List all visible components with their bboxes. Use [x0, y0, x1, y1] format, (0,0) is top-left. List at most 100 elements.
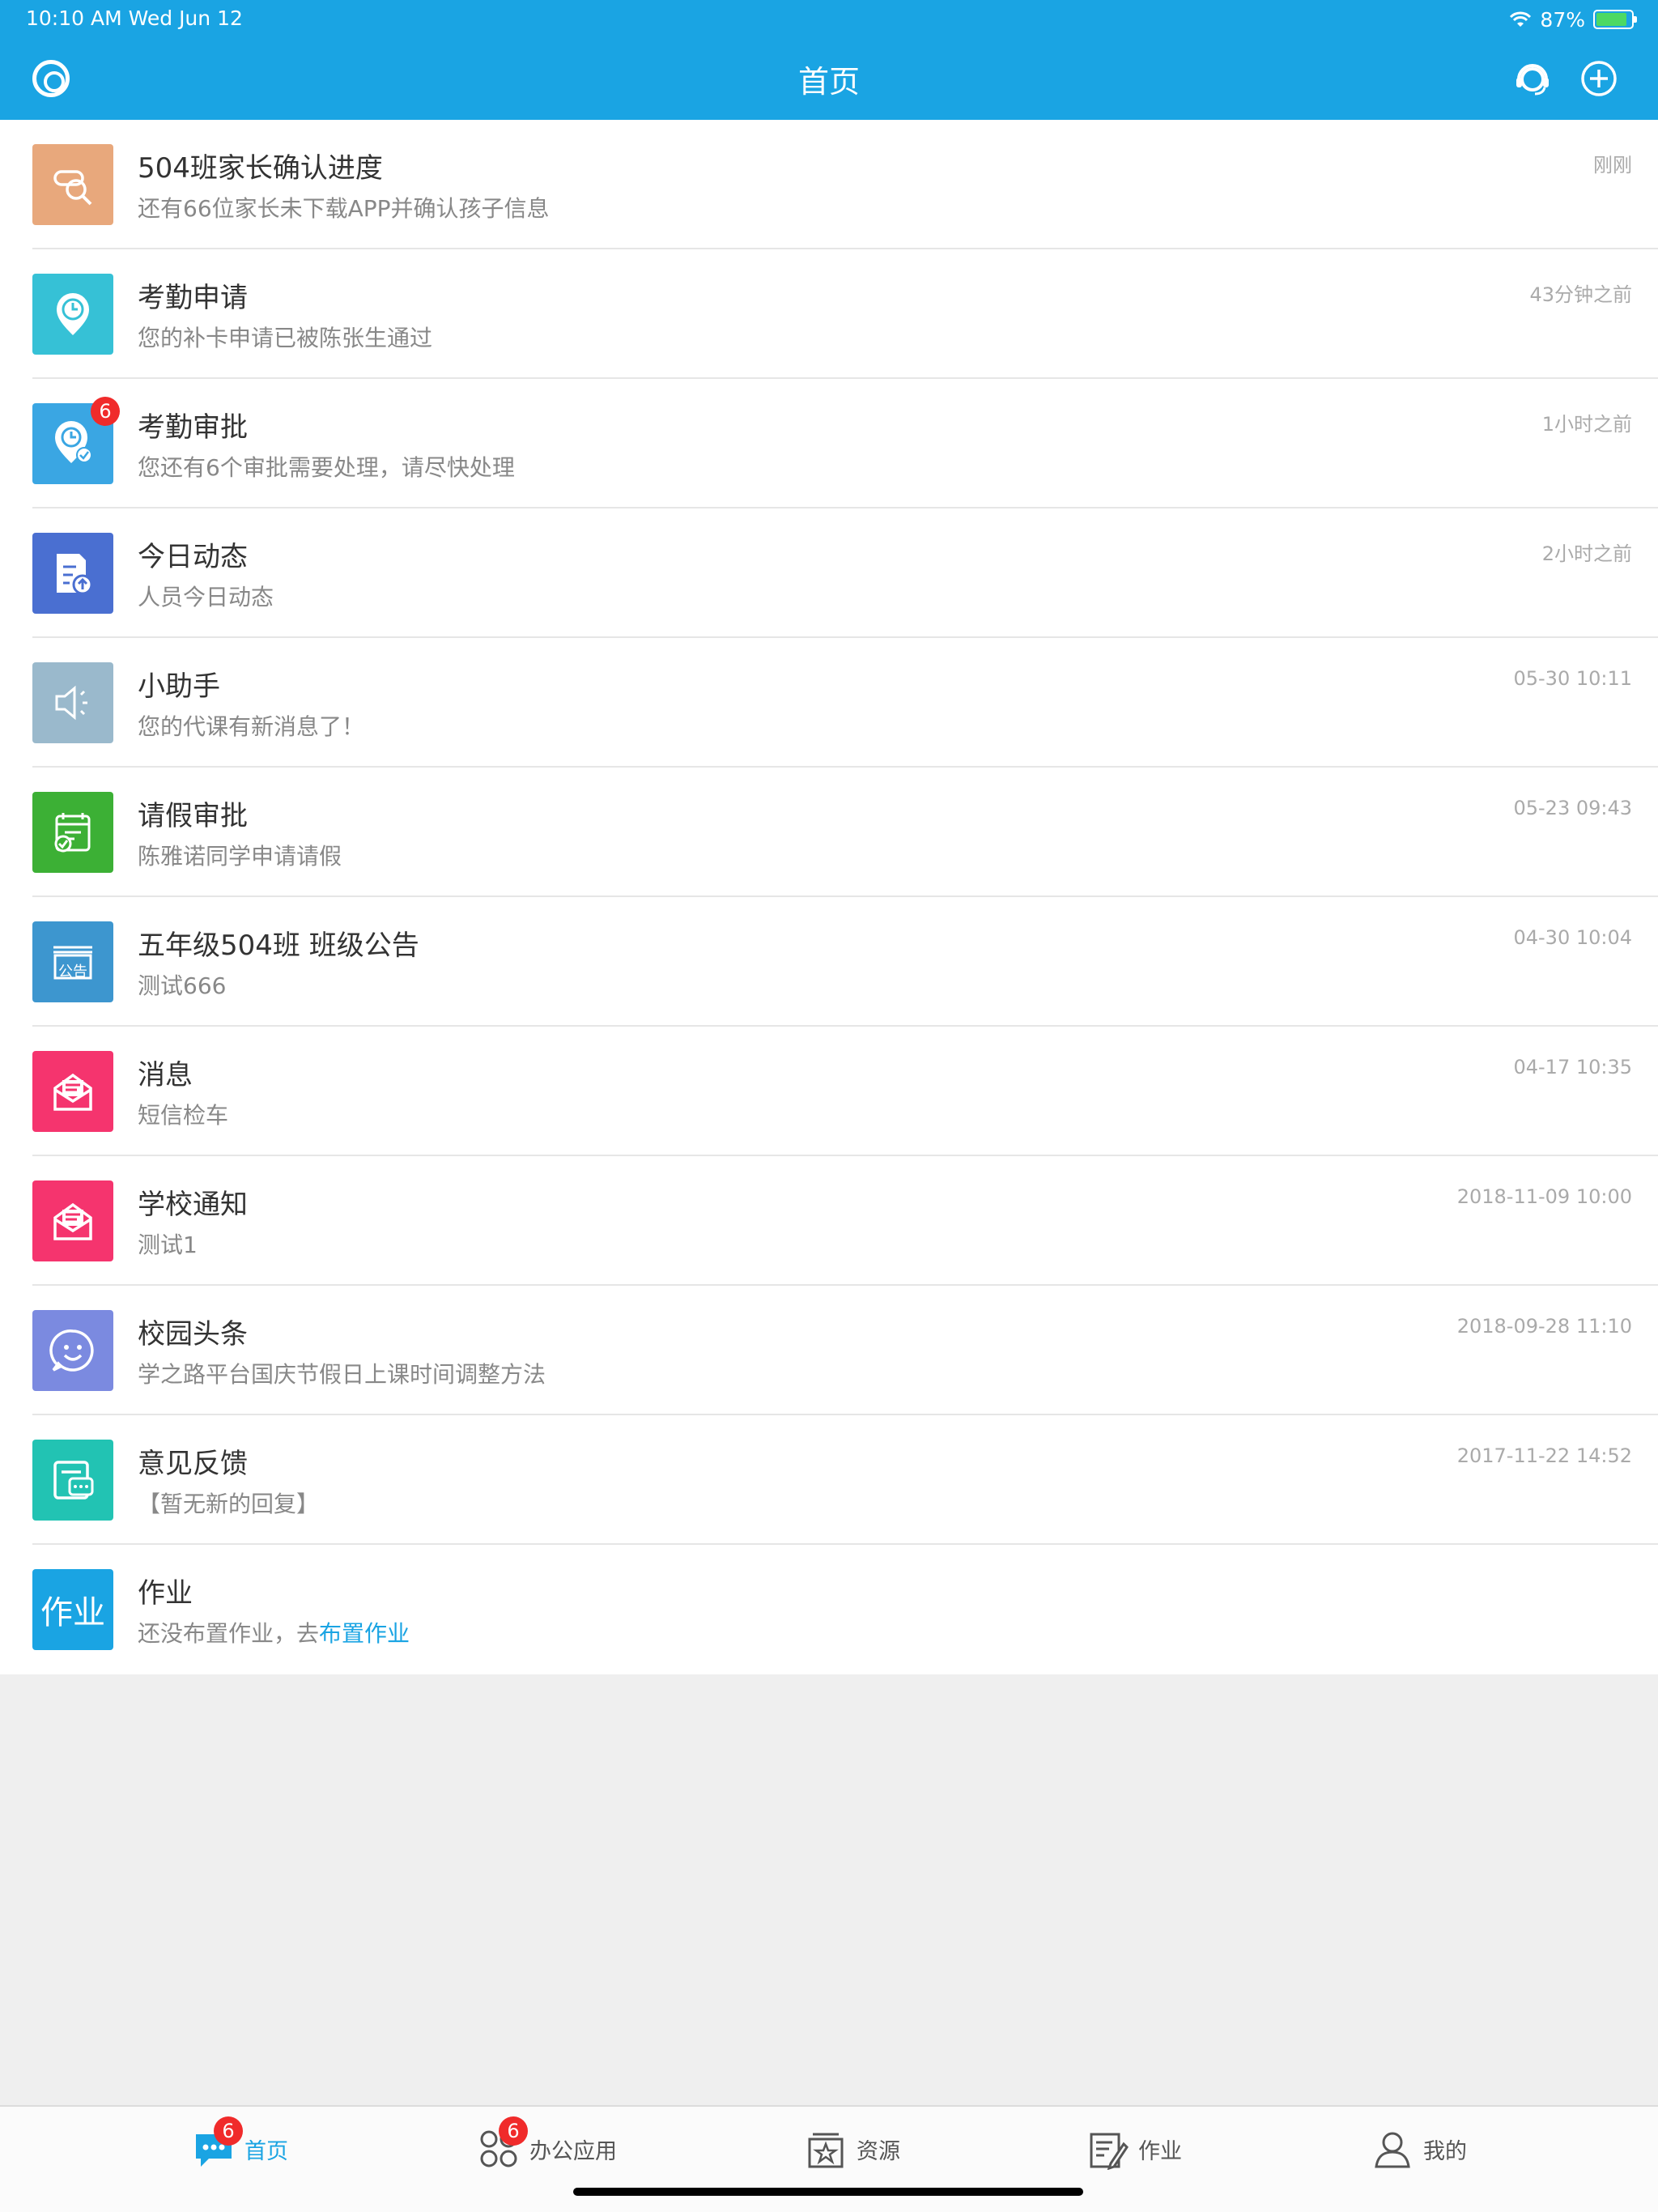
message-title: 请假审批	[138, 800, 248, 832]
icon-label: 作业	[40, 1594, 105, 1631]
message-subtitle-text: 短信检车	[138, 1102, 229, 1129]
message-row[interactable]: 校园头条学之路平台国庆节假日上课时间调整方法 2018-09-28 11:10	[32, 1286, 1658, 1415]
message-subtitle: 测试666	[138, 968, 226, 1001]
announcement-icon: 公告	[32, 921, 113, 1002]
message-row[interactable]: 意见反馈【暂无新的回复】 2017-11-22 14:52	[32, 1415, 1658, 1545]
home-indicator	[573, 2188, 1083, 2196]
apps-grid-icon: 6	[478, 2116, 528, 2170]
envelope-icon	[32, 1051, 113, 1132]
message-subtitle: 您还有6个审批需要处理，请尽快处理	[138, 450, 515, 483]
message-subtitle-text: 测试1	[138, 1231, 198, 1258]
homework-icon: 作业	[32, 1569, 113, 1650]
message-title: 校园头条	[138, 1318, 248, 1351]
bottom-tab-bar: 6 首页 6 办公应用 资源 作业 我的	[0, 2105, 1658, 2212]
tab-label: 我的	[1423, 2138, 1467, 2164]
message-subtitle: 短信检车	[138, 1098, 228, 1130]
message-time: 1小时之前	[1541, 413, 1632, 436]
message-title: 考勤申请	[138, 282, 248, 314]
tab-label: 资源	[857, 2138, 900, 2164]
message-subtitle: 您的补卡申请已被陈张生通过	[138, 321, 432, 353]
message-time: 2018-09-28 11:10	[1456, 1315, 1632, 1338]
speaker-icon	[32, 662, 113, 743]
message-time: 04-30 10:04	[1513, 926, 1632, 949]
assign-homework-link[interactable]: 布置作业	[319, 1620, 410, 1647]
message-subtitle: 陈雅诺同学申请请假	[138, 839, 342, 871]
tab-chat-bubble[interactable]: 6 首页	[193, 2116, 288, 2173]
tab-label: 首页	[244, 2138, 288, 2164]
message-row[interactable]: 学校通知 测试1 2018-11-09 10:00	[32, 1156, 1658, 1286]
message-subtitle: 还没布置作业，去布置作业	[138, 1616, 410, 1648]
message-time: 05-23 09:43	[1513, 797, 1632, 819]
message-row[interactable]: 作业 作业还没布置作业，去布置作业	[32, 1545, 1658, 1674]
message-subtitle: 学之路平台国庆节假日上课时间调整方法	[138, 1357, 546, 1389]
message-title: 小助手	[138, 670, 220, 703]
app-screen: 10:10 AM Wed Jun 12 87% 首页 504班家长确认进度还有6…	[0, 0, 1658, 2212]
tab-badge: 6	[214, 2116, 243, 2146]
battery-percent: 87%	[1540, 7, 1585, 32]
message-subtitle: 您的代课有新消息了！	[138, 709, 364, 742]
message-subtitle-text: 人员今日动态	[138, 584, 274, 610]
message-subtitle-text: 【暂无新的回复】	[138, 1491, 320, 1517]
message-row[interactable]: 消息短信检车 04-17 10:35	[32, 1027, 1658, 1156]
message-row[interactable]: 小助手 您的代课有新消息了！ 05-30 10:11	[32, 638, 1658, 768]
profile-icon	[1371, 2128, 1414, 2170]
message-row[interactable]: 504班家长确认进度还有66位家长未下载APP并确认孩子信息 刚刚	[32, 120, 1658, 249]
message-subtitle-text: 您还有6个审批需要处理，请尽快处理	[138, 454, 515, 481]
message-time: 2小时之前	[1541, 542, 1632, 565]
attendance-approval-icon: 6	[32, 397, 120, 484]
daily-update-icon	[32, 533, 113, 614]
message-time: 2017-11-22 14:52	[1456, 1444, 1632, 1467]
message-subtitle: 人员今日动态	[138, 580, 274, 612]
feedback-icon	[32, 1440, 113, 1521]
message-subtitle: 还有66位家长未下载APP并确认孩子信息	[138, 191, 550, 223]
unread-badge: 6	[91, 397, 120, 426]
message-row[interactable]: 公告 五年级504班 班级公告测试666 04-30 10:04	[32, 897, 1658, 1027]
message-subtitle: 测试1	[138, 1227, 198, 1260]
leave-approval-icon	[32, 792, 113, 873]
message-subtitle-text: 您的补卡申请已被陈张生通过	[138, 325, 433, 351]
message-subtitle-text: 学之路平台国庆节假日上课时间调整方法	[138, 1361, 546, 1388]
tab-resource-star[interactable]: 资源	[805, 2125, 900, 2173]
top-bar: 10:10 AM Wed Jun 12 87% 首页	[0, 0, 1658, 120]
tab-badge: 6	[499, 2116, 528, 2146]
message-time: 04-17 10:35	[1513, 1056, 1632, 1078]
message-title: 消息	[138, 1059, 193, 1091]
attendance-request-icon	[32, 274, 113, 355]
tab-profile[interactable]: 我的	[1371, 2125, 1467, 2173]
message-title: 意见反馈	[138, 1448, 248, 1480]
message-row[interactable]: 6 考勤审批您还有6个审批需要处理，请尽快处理 1小时之前	[32, 379, 1658, 508]
message-time: 刚刚	[1593, 154, 1632, 177]
chat-bubble-icon: 6	[193, 2116, 243, 2170]
add-circle-icon[interactable]	[1579, 58, 1619, 99]
message-subtitle-text: 还有66位家长未下载APP并确认孩子信息	[138, 195, 550, 222]
message-subtitle-text: 陈雅诺同学申请请假	[138, 843, 342, 870]
message-subtitle-text: 还没布置作业，去	[138, 1620, 320, 1647]
wifi-icon	[1510, 11, 1532, 27]
homework-edit-icon	[1086, 2128, 1129, 2171]
message-subtitle: 【暂无新的回复】	[138, 1487, 319, 1519]
message-subtitle-text: 测试666	[138, 972, 227, 999]
parent-confirm-icon	[32, 144, 113, 225]
message-list: 504班家长确认进度还有66位家长未下载APP并确认孩子信息 刚刚考勤申请您的补卡…	[0, 120, 1658, 1674]
resource-star-icon	[805, 2128, 847, 2170]
message-title: 五年级504班 班级公告	[138, 929, 419, 962]
message-row[interactable]: 今日动态人员今日动态 2小时之前	[32, 508, 1658, 638]
message-title: 504班家长确认进度	[138, 152, 383, 185]
tab-label: 办公应用	[529, 2138, 617, 2164]
tab-apps-grid[interactable]: 6 办公应用	[478, 2116, 617, 2173]
customer-service-icon[interactable]	[1512, 58, 1553, 99]
message-subtitle-text: 您的代课有新消息了！	[138, 713, 365, 740]
icon-label: 公告	[58, 963, 87, 981]
envelope-icon	[32, 1180, 113, 1261]
tab-homework-edit[interactable]: 作业	[1086, 2125, 1182, 2173]
message-row[interactable]: 考勤申请您的补卡申请已被陈张生通过 43分钟之前	[32, 249, 1658, 379]
status-indicators: 87%	[1509, 6, 1637, 32]
tab-label: 作业	[1138, 2138, 1182, 2164]
page-title: 首页	[797, 64, 860, 100]
message-row[interactable]: 请假审批陈雅诺同学申请请假 05-23 09:43	[32, 768, 1658, 897]
message-title: 作业	[138, 1577, 193, 1610]
message-title: 今日动态	[138, 541, 248, 573]
message-title: 考勤审批	[138, 411, 248, 444]
message-time: 2018-11-09 10:00	[1456, 1185, 1632, 1208]
message-time: 43分钟之前	[1529, 283, 1632, 306]
